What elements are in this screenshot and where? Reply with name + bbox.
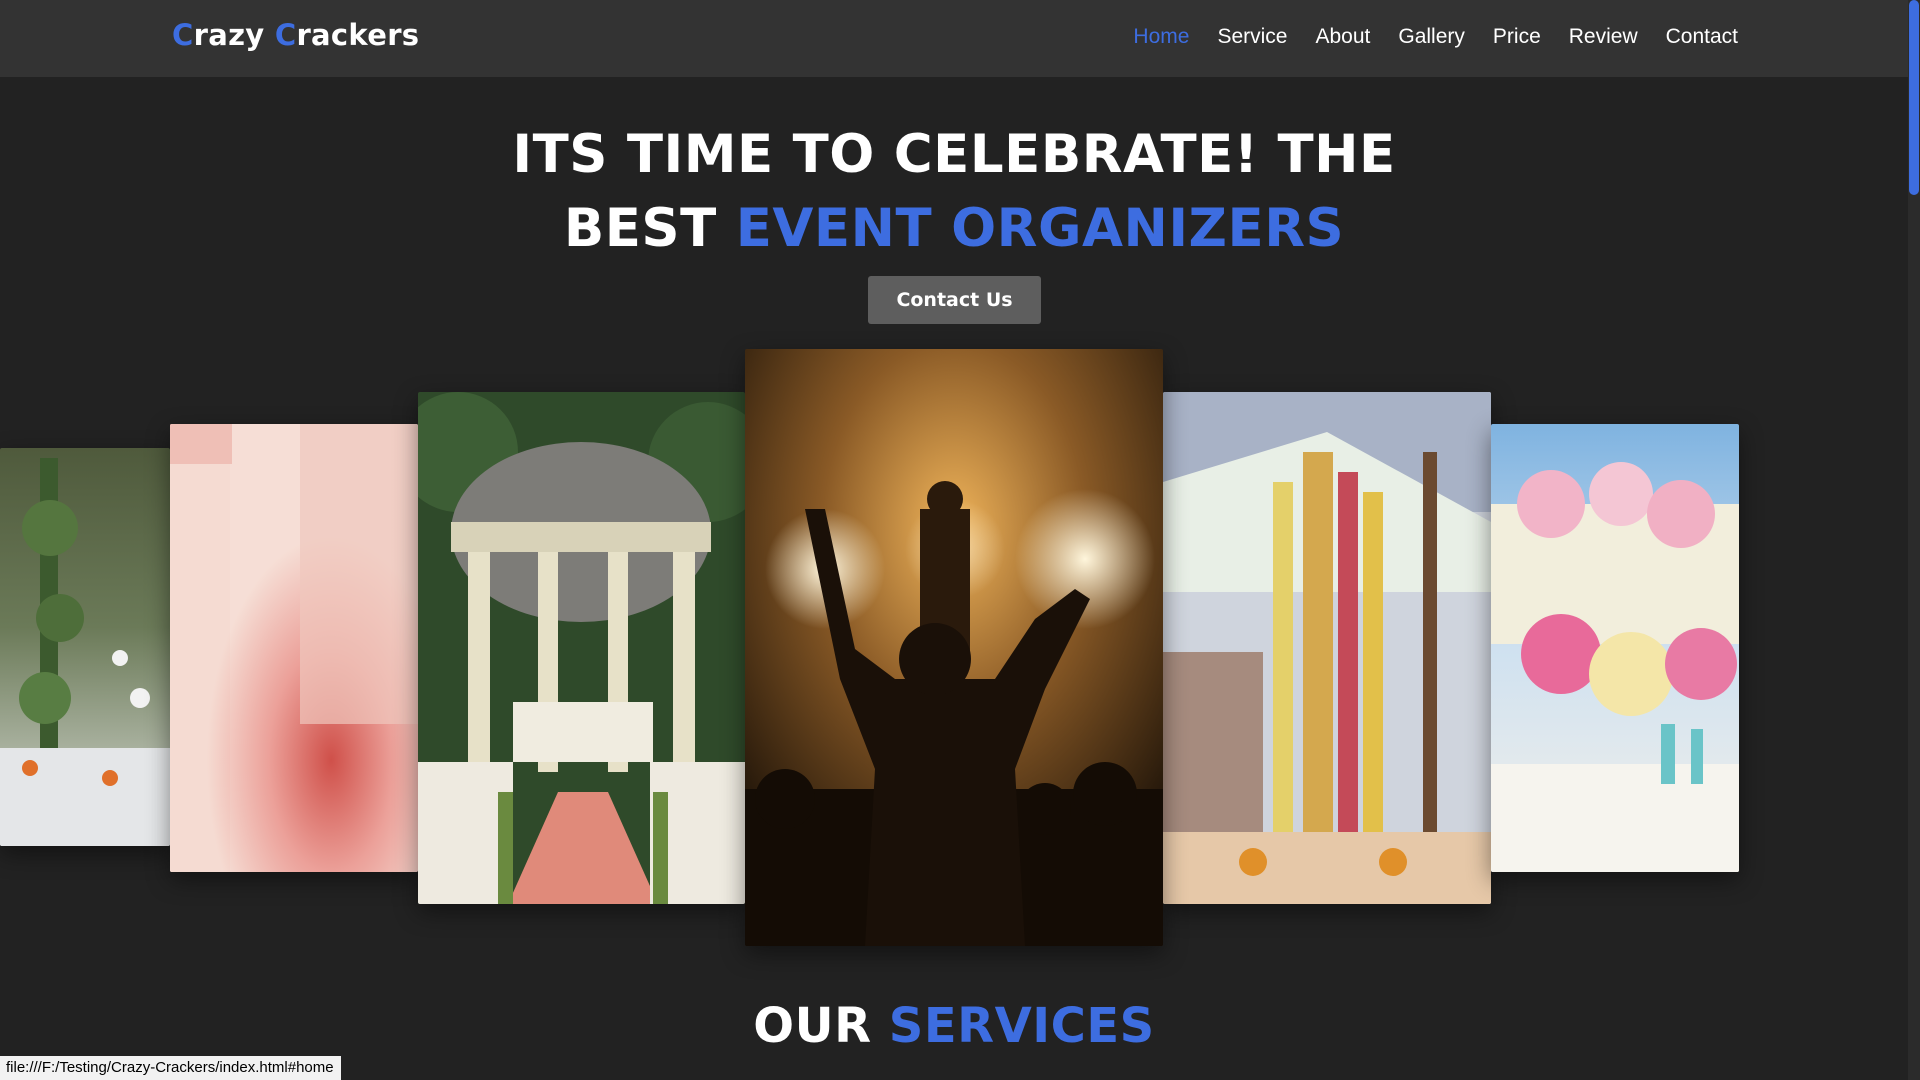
gallery-image-wedding-table[interactable]: [1491, 424, 1739, 872]
gallery-image-bridal[interactable]: [170, 424, 418, 872]
gallery-image-banquet[interactable]: [0, 448, 170, 846]
bridal-photo-icon: [170, 424, 418, 872]
contact-us-button[interactable]: Contact Us: [868, 276, 1041, 324]
site-logo[interactable]: Crazy Crackers: [172, 18, 419, 52]
logo-initial-c1: C: [172, 18, 194, 52]
mandap-photo-icon: [1163, 392, 1491, 904]
gallery-image-mandap[interactable]: [1163, 392, 1491, 904]
services-heading-accent: SERVICES: [888, 998, 1155, 1054]
hero-line-2-plain: BEST: [563, 198, 717, 259]
logo-word-razy: razy: [193, 18, 265, 52]
gallery-image-gazebo[interactable]: [418, 392, 745, 904]
scrollbar-thumb[interactable]: [1909, 0, 1919, 195]
hero-line-1: ITS TIME TO CELEBRATE! THE: [512, 124, 1396, 185]
hero-heading: ITS TIME TO CELEBRATE! THE BEST EVENT OR…: [0, 118, 1908, 266]
nav-link-about[interactable]: About: [1315, 25, 1370, 49]
services-heading-plain: OUR: [753, 998, 872, 1054]
page-scrollbar[interactable]: [1908, 0, 1920, 1080]
nav-link-service[interactable]: Service: [1217, 25, 1287, 49]
wedding-table-photo-icon: [1491, 424, 1739, 872]
main-nav: Home Service About Gallery Price Review …: [1133, 25, 1738, 49]
nav-link-review[interactable]: Review: [1569, 25, 1638, 49]
gallery-image-concert[interactable]: [745, 349, 1163, 946]
banquet-photo-icon: [0, 448, 170, 846]
nav-link-price[interactable]: Price: [1493, 25, 1541, 49]
concert-photo-icon: [745, 349, 1163, 946]
nav-link-contact[interactable]: Contact: [1666, 25, 1738, 49]
hero-line-2-accent: EVENT ORGANIZERS: [735, 198, 1345, 259]
services-heading: OUR SERVICES: [0, 994, 1908, 1058]
top-navbar: Crazy Crackers Home Service About Galler…: [0, 0, 1908, 77]
nav-link-home[interactable]: Home: [1133, 25, 1189, 49]
logo-word-rackers: rackers: [296, 18, 420, 52]
link-status-bar: file:///F:/Testing/Crazy-Crackers/index.…: [0, 1056, 341, 1080]
gazebo-photo-icon: [418, 392, 745, 904]
logo-initial-c2: C: [274, 18, 297, 52]
nav-link-gallery[interactable]: Gallery: [1398, 25, 1465, 49]
